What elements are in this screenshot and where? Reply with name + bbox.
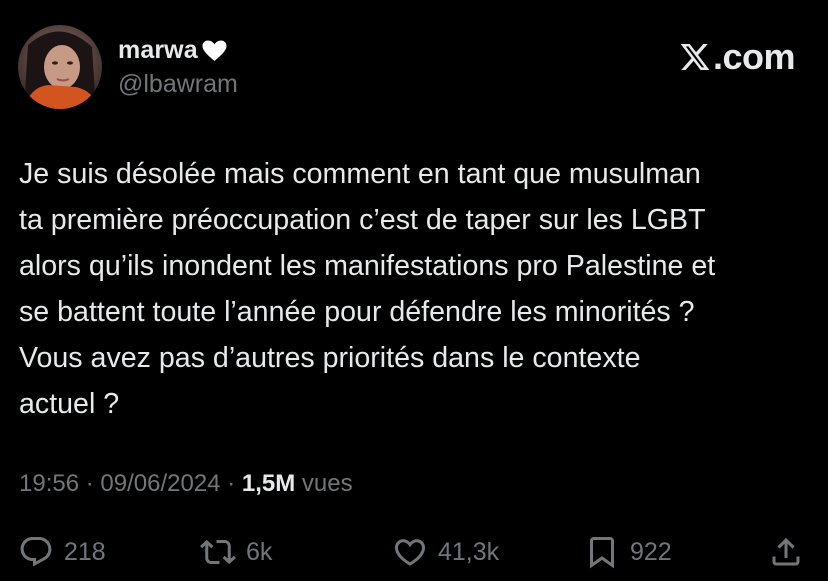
like-icon — [394, 539, 426, 566]
share-icon — [772, 537, 800, 566]
like-count: 41,3k — [438, 537, 500, 566]
reply-icon — [20, 537, 52, 567]
meta-separator: · — [227, 470, 236, 497]
brand-watermark: .com — [678, 36, 796, 78]
tweet-meta: 19:56 · 09/06/2024 · 1,5M vues — [19, 470, 353, 498]
views-label: vues — [301, 470, 353, 497]
display-name[interactable]: marwa — [118, 36, 228, 65]
repost-count: 6k — [246, 537, 273, 566]
repost-button[interactable]: 6k — [200, 528, 272, 576]
display-name-text: marwa — [118, 36, 198, 64]
tweet-line: ta première préoccupation c’est de taper… — [19, 204, 706, 236]
like-button[interactable]: 41,3k — [392, 528, 499, 576]
views-count[interactable]: 1,5M — [242, 470, 295, 497]
heart-emoji-icon — [201, 39, 228, 63]
user-handle[interactable]: @lbawram — [118, 70, 238, 99]
tweet-line: actuel ? — [19, 388, 120, 420]
tweet-line: alors qu’ils inondent les manifestations… — [19, 250, 716, 282]
tweet-line: Je suis désolée mais comment en tant que… — [19, 158, 701, 190]
reply-button[interactable]: 218 — [18, 528, 106, 576]
tweet-time[interactable]: 19:56 — [19, 470, 79, 497]
bookmark-button[interactable]: 922 — [584, 528, 672, 576]
meta-separator: · — [85, 470, 94, 497]
x-logo-icon — [680, 44, 710, 70]
share-button[interactable] — [768, 528, 804, 576]
action-bar: 218 6k 41,3k 922 — [0, 528, 828, 576]
tweet-line: Vous avez pas d’autres priorités dans le… — [19, 342, 641, 374]
bookmark-icon — [590, 537, 614, 569]
avatar[interactable] — [18, 25, 102, 109]
tweet-line: se battent toute l’année pour défendre l… — [19, 296, 695, 328]
reply-count: 218 — [64, 537, 106, 566]
brand-domain: .com — [712, 36, 796, 77]
tweet-date[interactable]: 09/06/2024 — [100, 470, 220, 497]
repost-icon — [200, 539, 236, 565]
bookmark-count: 922 — [630, 537, 672, 566]
tweet-text: Je suis désolée mais comment en tant que… — [19, 151, 809, 427]
